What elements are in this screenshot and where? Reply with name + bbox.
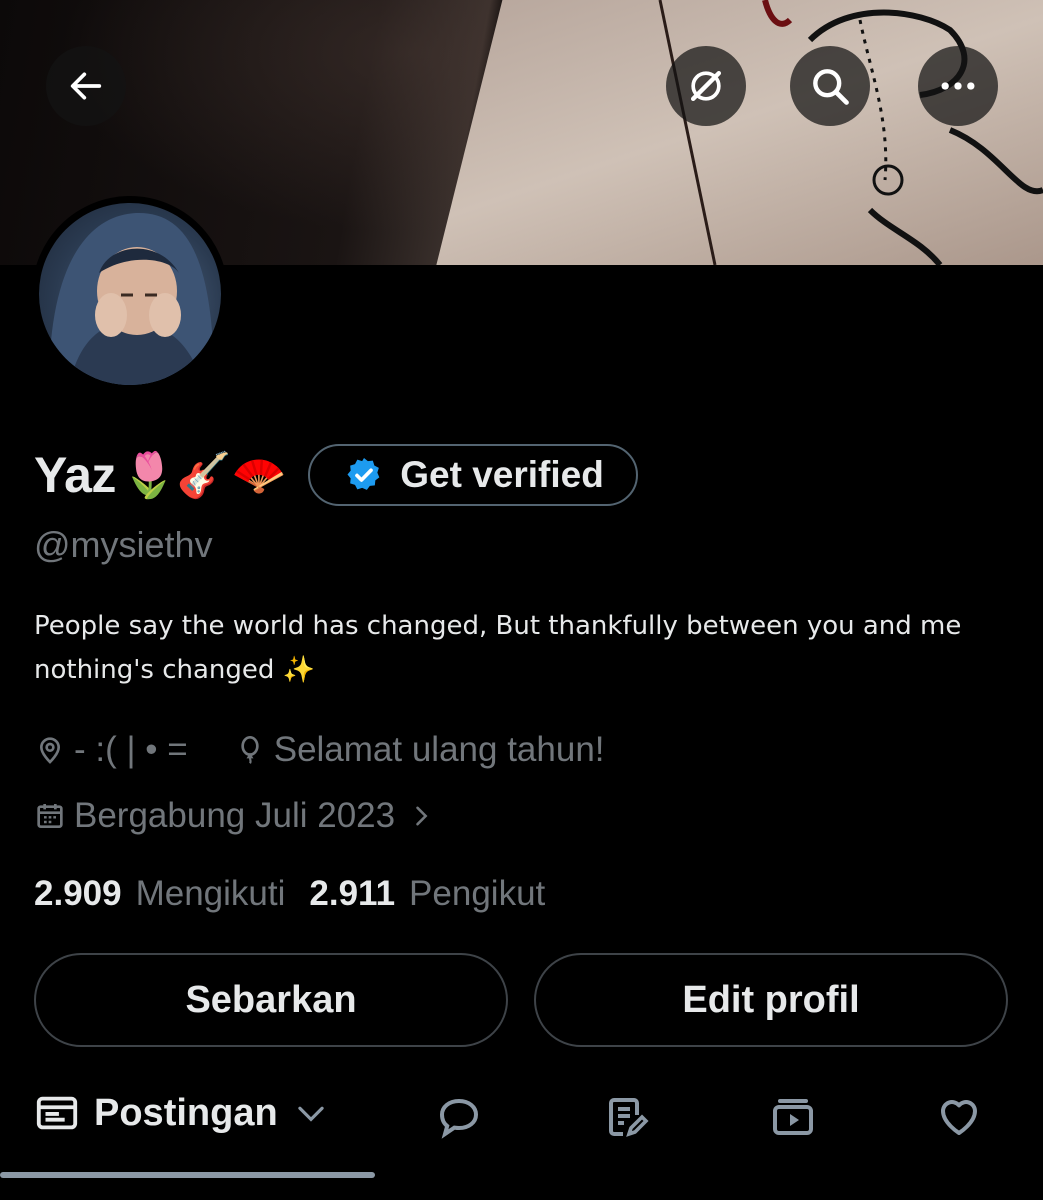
display-name: Yaz (34, 447, 116, 503)
name-emojis: 🌷🎸🪭 (121, 450, 287, 501)
more-button[interactable] (918, 46, 998, 126)
home-indicator (0, 1172, 375, 1178)
profile-tabs: Postingan (0, 1080, 1043, 1160)
tab-posts[interactable]: Postingan (34, 1090, 330, 1136)
profile-meta-joined[interactable]: Bergabung Juli 2023 (34, 796, 435, 836)
calendar-icon (37, 804, 63, 828)
search-icon (813, 69, 849, 105)
avatar-illustration (49, 213, 214, 385)
tab-articles[interactable] (600, 1090, 654, 1144)
grok-button[interactable] (666, 46, 746, 126)
location-icon (39, 737, 61, 764)
followers-label: Pengikut (409, 874, 546, 913)
back-button[interactable] (46, 46, 126, 126)
profile-bio: People say the world has changed, But th… (34, 611, 962, 685)
profile-name-row: Yaz 🌷🎸🪭 Get verified (34, 444, 638, 506)
tab-replies[interactable] (432, 1090, 486, 1144)
tab-likes[interactable] (932, 1090, 986, 1144)
birthday-text: Selamat ulang tahun! (273, 730, 605, 769)
avatar-photo (39, 203, 221, 385)
followers-stat[interactable]: 2.911 Pengikut (309, 874, 545, 914)
follow-stats: 2.909 Mengikuti 2.911 Pengikut (34, 874, 569, 914)
arrow-left-icon (70, 72, 102, 100)
tab-posts-label: Postingan (94, 1091, 278, 1134)
following-stat[interactable]: 2.909 Mengikuti (34, 874, 285, 914)
followers-count: 2.911 (309, 874, 396, 913)
balloon-icon (241, 736, 259, 764)
chevron-right-icon (416, 806, 428, 826)
article-icon (609, 1098, 649, 1137)
avatar[interactable] (32, 196, 228, 392)
search-button[interactable] (790, 46, 870, 126)
profile-handle: @mysiethv (34, 524, 213, 565)
get-verified-button[interactable]: Get verified (308, 444, 638, 506)
following-count: 2.909 (34, 874, 122, 913)
grok-icon (690, 70, 722, 102)
edit-profile-button[interactable]: Edit profil (534, 953, 1008, 1047)
likes-icon (941, 1100, 977, 1135)
posts-icon (36, 1096, 78, 1130)
location-text: - :( | • = (74, 730, 188, 769)
get-verified-label: Get verified (400, 454, 604, 495)
more-icon (941, 82, 975, 90)
following-label: Mengikuti (135, 874, 286, 913)
verified-badge-icon (347, 458, 380, 490)
media-icon (773, 1099, 813, 1135)
reply-icon (439, 1098, 479, 1139)
banner-sketch (658, 0, 1043, 265)
chevron-down-icon (298, 1106, 324, 1122)
joined-text: Bergabung Juli 2023 (74, 796, 396, 835)
tab-media[interactable] (766, 1090, 820, 1144)
share-button[interactable]: Sebarkan (34, 953, 508, 1047)
profile-meta-location-birthday: - :( | • = Selamat ulang tahun! (34, 730, 605, 770)
